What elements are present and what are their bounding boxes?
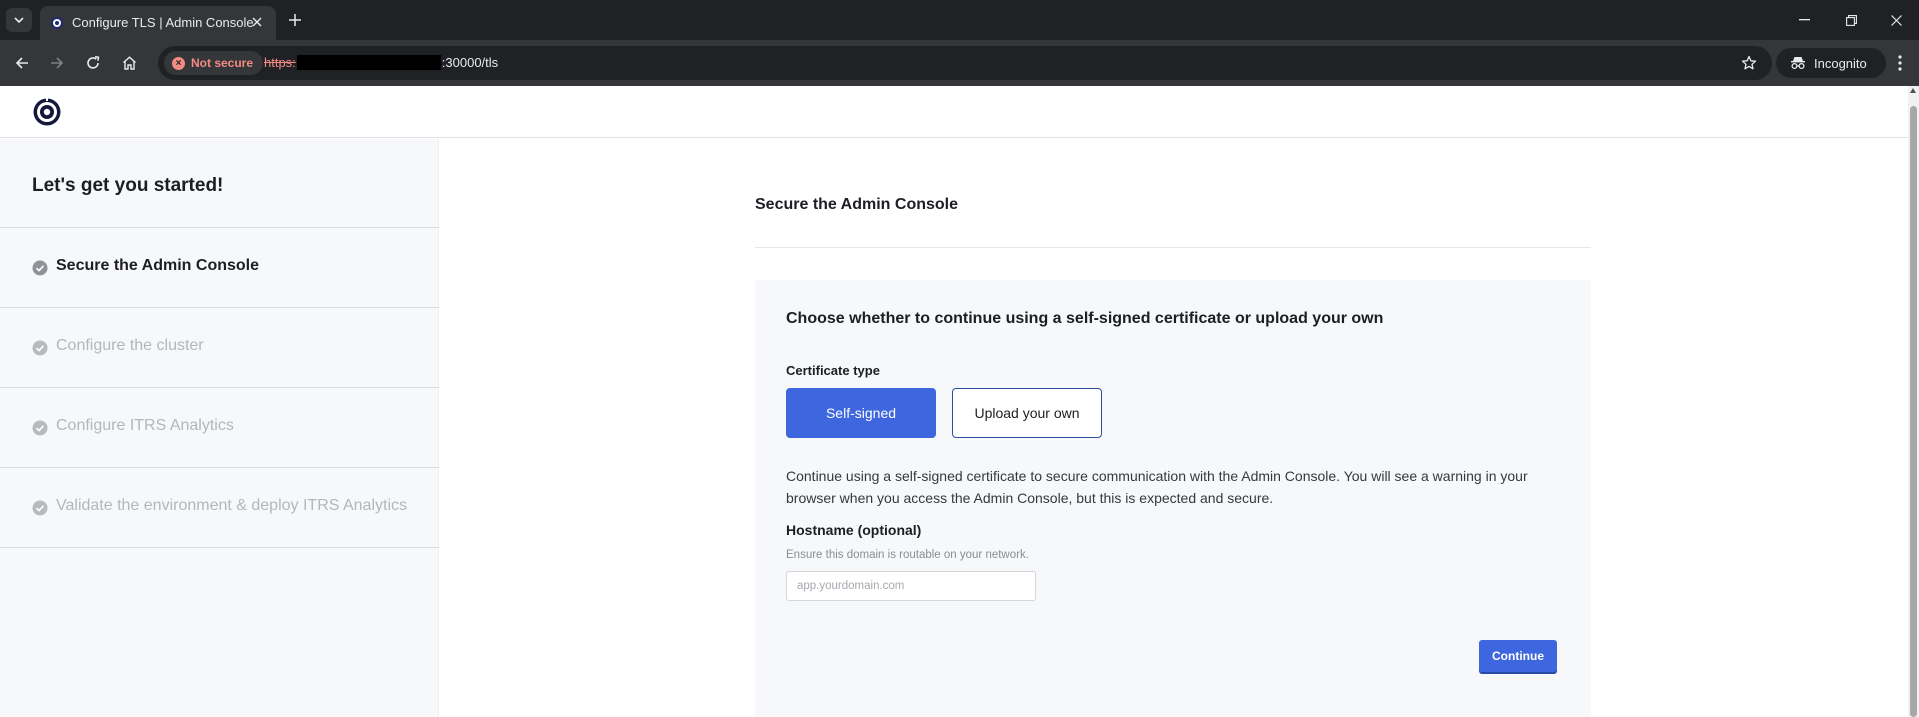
admin-console-favicon-icon [51, 17, 63, 29]
not-secure-warning-icon: × [172, 56, 185, 70]
browser-tab-strip: Configure TLS | Admin Console [0, 0, 1919, 40]
forward-arrow-icon[interactable] [44, 50, 70, 76]
hostname-input[interactable] [786, 571, 1036, 601]
setup-steps-sidebar: Let's get you started! Secure the Admin … [0, 139, 439, 717]
steps-divider [0, 547, 439, 548]
close-window-icon[interactable] [1876, 6, 1916, 34]
step-label: Configure ITRS Analytics [56, 417, 234, 434]
step-validate-and-deploy[interactable]: Validate the environment & deploy ITRS A… [0, 467, 439, 547]
step-configure-cluster[interactable]: Configure the cluster [0, 307, 439, 387]
incognito-icon [1791, 57, 1805, 70]
page-scrollbar[interactable] [1908, 86, 1919, 717]
not-secure-label: Not secure [191, 56, 254, 70]
step-secure-admin-console[interactable]: Secure the Admin Console [0, 227, 439, 307]
incognito-indicator[interactable]: Incognito [1776, 48, 1886, 78]
step-configure-itrs-analytics[interactable]: Configure ITRS Analytics [0, 387, 439, 467]
step-check-icon [32, 500, 48, 516]
step-label: Secure the Admin Console [56, 257, 259, 274]
card-title: Choose whether to continue using a self-… [786, 310, 1384, 327]
browser-toolbar: × Not secure https: :30000/tls Incognito [0, 40, 1919, 86]
browser-tab[interactable]: Configure TLS | Admin Console [40, 6, 276, 40]
address-bar[interactable]: × Not secure https: :30000/tls [158, 46, 1772, 80]
step-check-icon [32, 340, 48, 356]
step-check-icon [32, 420, 48, 436]
tab-search-chevron-icon[interactable] [6, 8, 32, 32]
scrollbar-thumb[interactable] [1910, 106, 1917, 717]
hostname-label: Hostname (optional) [786, 522, 922, 538]
step-label: Validate the environment & deploy ITRS A… [56, 497, 407, 514]
self-signed-button[interactable]: Self-signed [786, 388, 936, 438]
upload-your-own-button[interactable]: Upload your own [952, 388, 1102, 438]
url-text[interactable]: https: :30000/tls [264, 55, 498, 70]
back-arrow-icon[interactable] [9, 50, 35, 76]
hostname-help-text: Ensure this domain is routable on your n… [786, 549, 1029, 561]
reload-icon[interactable] [80, 50, 106, 76]
redacted-host [296, 55, 441, 70]
title-divider [755, 247, 1591, 248]
certificate-card: Choose whether to continue using a self-… [755, 280, 1591, 717]
page-title: Secure the Admin Console [755, 196, 958, 213]
tab-close-icon[interactable] [248, 13, 266, 31]
sidebar-heading: Let's get you started! [32, 175, 224, 196]
url-port-path: :30000/tls [441, 55, 499, 70]
self-signed-description: Continue using a self-signed certificate… [786, 468, 1528, 506]
app-header [0, 86, 1908, 138]
app-logo-icon[interactable] [32, 97, 62, 127]
step-label: Configure the cluster [56, 337, 204, 354]
restore-window-icon[interactable] [1831, 6, 1871, 34]
browser-menu-icon[interactable] [1890, 51, 1910, 75]
tab-title: Configure TLS | Admin Console [72, 15, 254, 30]
url-scheme: https: [264, 55, 296, 70]
step-check-icon [32, 260, 48, 276]
home-icon[interactable] [116, 50, 142, 76]
minimize-window-icon[interactable] [1784, 6, 1824, 34]
not-secure-chip[interactable]: × Not secure [164, 51, 264, 75]
new-tab-plus-icon[interactable] [282, 8, 308, 32]
bookmark-star-icon[interactable] [1738, 52, 1760, 74]
certificate-type-label: Certificate type [786, 363, 880, 378]
scroll-up-arrow-icon[interactable] [1910, 88, 1916, 93]
continue-button[interactable]: Continue [1479, 640, 1557, 672]
page-viewport: Let's get you started! Secure the Admin … [0, 86, 1908, 717]
incognito-label: Incognito [1814, 55, 1867, 71]
